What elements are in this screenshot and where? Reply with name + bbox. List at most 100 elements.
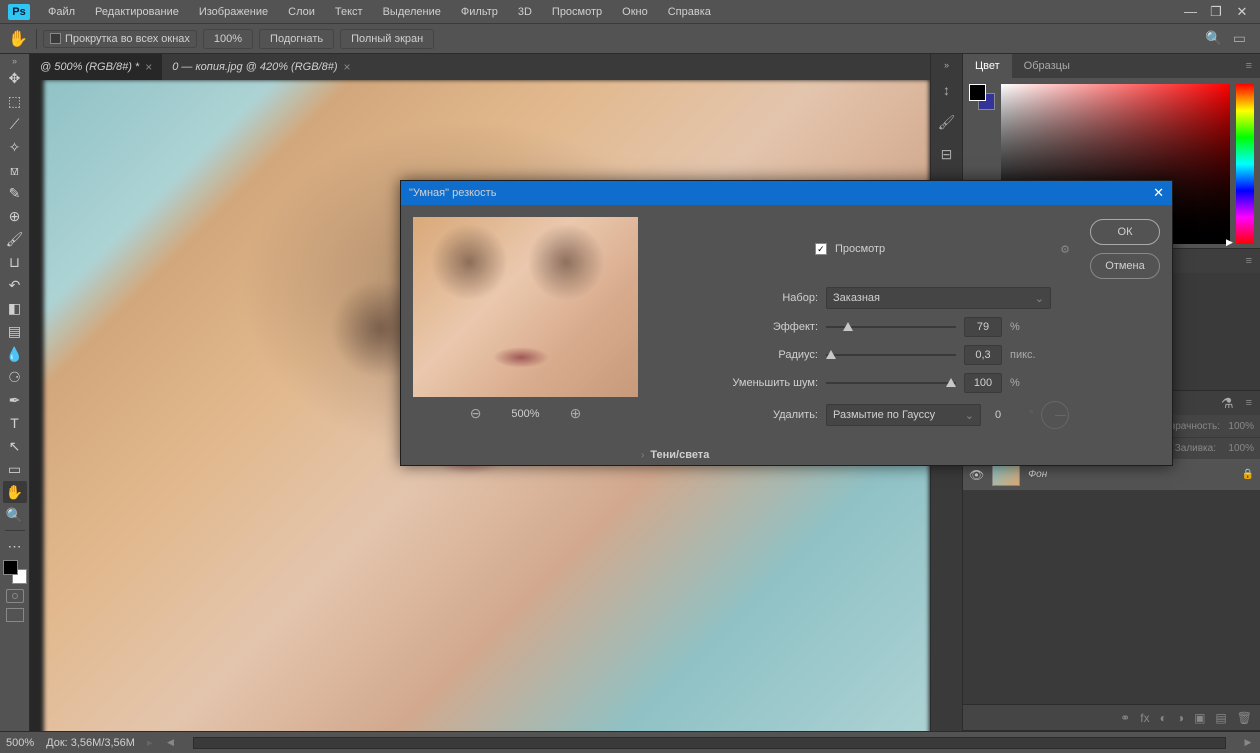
healing-tool[interactable]: ⊕: [3, 205, 27, 227]
move-tool[interactable]: ✥: [3, 67, 27, 89]
dialog-close-icon[interactable]: ✕: [1153, 185, 1164, 201]
layer-thumbnail[interactable]: [992, 464, 1020, 486]
pen-tool[interactable]: ✒: [3, 389, 27, 411]
menu-view[interactable]: Просмотр: [542, 2, 612, 22]
history-panel-icon[interactable]: ↕: [935, 78, 959, 102]
dialog-titlebar[interactable]: "Умная" резкость ✕: [401, 181, 1172, 205]
menu-3d[interactable]: 3D: [508, 2, 542, 22]
properties-panel-icon[interactable]: ⊟: [935, 142, 959, 166]
type-tool[interactable]: T: [3, 412, 27, 434]
preview-checkbox[interactable]: ✓: [815, 243, 827, 255]
document-tab-1[interactable]: @ 500% (RGB/8#) * ×: [30, 54, 162, 80]
link-layers-icon[interactable]: ⚭: [1120, 711, 1130, 725]
cancel-button[interactable]: Отмена: [1090, 253, 1160, 279]
zoom-100-button[interactable]: 100%: [203, 29, 253, 49]
visibility-icon[interactable]: 👁: [969, 468, 984, 482]
layer-name[interactable]: Фон: [1028, 469, 1233, 480]
stamp-tool[interactable]: ⊔: [3, 251, 27, 273]
foreground-swatch[interactable]: [3, 560, 18, 575]
opacity-value[interactable]: 100%: [1224, 421, 1254, 432]
eyedropper-tool[interactable]: ✎: [3, 182, 27, 204]
noise-slider[interactable]: [826, 376, 956, 390]
gradient-tool[interactable]: ▤: [3, 320, 27, 342]
search-icon[interactable]: 🔍: [1205, 30, 1222, 47]
zoom-tool[interactable]: 🔍: [3, 504, 27, 526]
scroll-right-icon[interactable]: ▶: [1242, 737, 1254, 748]
hue-slider[interactable]: [1236, 84, 1254, 244]
restore-icon[interactable]: ❐: [1210, 6, 1222, 18]
new-layer-icon[interactable]: ▤: [1215, 711, 1226, 725]
noise-input[interactable]: 100: [964, 373, 1002, 393]
crop-tool[interactable]: ⟏: [3, 159, 27, 181]
scroll-left-icon[interactable]: ◀: [165, 737, 177, 748]
marquee-tool[interactable]: ⬚: [3, 90, 27, 112]
preset-select[interactable]: Заказная: [826, 287, 1051, 309]
mask-icon[interactable]: ◐: [1160, 711, 1167, 725]
menu-filter[interactable]: Фильтр: [451, 2, 508, 22]
radius-slider[interactable]: [826, 348, 956, 362]
document-tab-2[interactable]: 0 — копия.jpg @ 420% (RGB/8#) ×: [162, 54, 360, 80]
screenmode-button[interactable]: [6, 608, 24, 622]
zoom-in-icon[interactable]: ⊕: [570, 405, 582, 422]
edit-toolbar[interactable]: ⋯: [3, 535, 27, 557]
color-swatches[interactable]: [3, 560, 27, 584]
close-icon[interactable]: ✕: [1236, 6, 1248, 18]
brush-tool[interactable]: 🖌: [3, 228, 27, 250]
quickmask-button[interactable]: [6, 589, 24, 603]
hand-tool[interactable]: ✋: [3, 481, 27, 503]
status-zoom[interactable]: 500%: [6, 737, 34, 749]
lasso-tool[interactable]: ⟋: [3, 113, 27, 135]
brushes-panel-icon[interactable]: 🖌: [935, 110, 959, 134]
status-doc[interactable]: Док: 3,56M/3,56M: [46, 737, 135, 749]
adjustment-icon[interactable]: ◑: [1177, 711, 1184, 725]
amount-input[interactable]: 79: [964, 317, 1002, 337]
menu-file[interactable]: Файл: [38, 2, 85, 22]
fx-icon[interactable]: fx: [1140, 711, 1149, 725]
menu-text[interactable]: Текст: [325, 2, 373, 22]
swatches-tab[interactable]: Образцы: [1012, 54, 1082, 78]
zoom-out-icon[interactable]: ⊖: [470, 405, 482, 422]
menu-layers[interactable]: Слои: [278, 2, 325, 22]
menu-select[interactable]: Выделение: [373, 2, 451, 22]
menu-help[interactable]: Справка: [658, 2, 721, 22]
shape-tool[interactable]: ▭: [3, 458, 27, 480]
mini-color-swatches[interactable]: [969, 84, 995, 110]
panel-menu-icon[interactable]: ≡: [1238, 60, 1260, 72]
menu-edit[interactable]: Редактирование: [85, 2, 189, 22]
menu-window[interactable]: Окно: [612, 2, 658, 22]
dodge-tool[interactable]: ⚆: [3, 366, 27, 388]
toolbox-expand-icon[interactable]: »: [12, 56, 17, 66]
magic-wand-tool[interactable]: ✧: [3, 136, 27, 158]
group-icon[interactable]: ▣: [1194, 711, 1205, 725]
amount-slider[interactable]: [826, 320, 956, 334]
filter-icon[interactable]: ⚗: [1217, 395, 1238, 412]
workspace-icon[interactable]: ▭: [1233, 30, 1246, 47]
ok-button[interactable]: ОК: [1090, 219, 1160, 245]
tab-close-icon[interactable]: ×: [145, 60, 152, 74]
strip-expand-icon[interactable]: »: [944, 60, 949, 70]
preview-image[interactable]: [413, 217, 638, 397]
history-brush-tool[interactable]: ↶: [3, 274, 27, 296]
fit-button[interactable]: Подогнать: [259, 29, 334, 49]
eraser-tool[interactable]: ◧: [3, 297, 27, 319]
delete-icon[interactable]: 🗑: [1237, 711, 1252, 725]
gear-icon[interactable]: ⚙: [1060, 243, 1070, 256]
path-tool[interactable]: ↖: [3, 435, 27, 457]
tab-close-icon[interactable]: ×: [343, 60, 350, 74]
scroll-all-checkbox[interactable]: Прокрутка во всех окнах: [43, 30, 197, 48]
panel-menu-icon[interactable]: ≡: [1238, 397, 1260, 409]
shadows-highlights-expand[interactable]: › Тени/света: [401, 441, 1172, 465]
remove-select[interactable]: Размытие по Гауссу: [826, 404, 981, 426]
scrollbar[interactable]: [193, 737, 1227, 749]
menu-image[interactable]: Изображение: [189, 2, 278, 22]
mini-foreground-swatch[interactable]: [969, 84, 986, 101]
panel-menu-icon[interactable]: ≡: [1238, 255, 1260, 267]
lock-icon[interactable]: 🔒: [1242, 469, 1254, 480]
color-tab[interactable]: Цвет: [963, 54, 1012, 78]
hand-tool-icon[interactable]: ✋: [6, 27, 30, 51]
radius-input[interactable]: 0,3: [964, 345, 1002, 365]
fullscreen-button[interactable]: Полный экран: [340, 29, 434, 49]
blur-tool[interactable]: 💧: [3, 343, 27, 365]
fill-value[interactable]: 100%: [1224, 443, 1254, 454]
minimize-icon[interactable]: ―: [1184, 6, 1196, 18]
